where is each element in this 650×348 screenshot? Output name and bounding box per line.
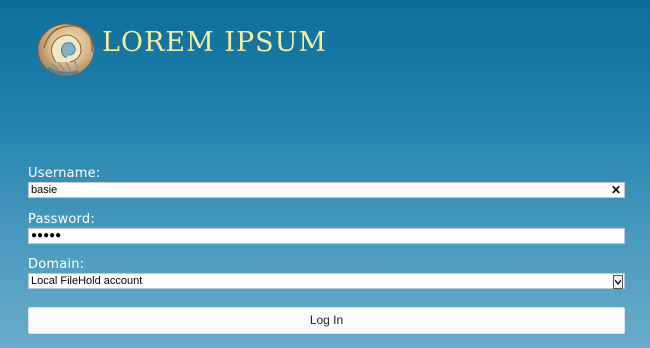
nautilus-shell-icon — [37, 23, 95, 77]
logo: LOREM IPSUM — [36, 18, 326, 78]
chevron-down-icon[interactable] — [613, 275, 623, 289]
domain-value: Local FileHold account — [31, 275, 143, 287]
username-input[interactable]: basie ✕ — [28, 182, 625, 198]
username-value: basie — [31, 184, 58, 196]
username-label: Username: — [28, 166, 101, 181]
brand-name: LOREM IPSUM — [102, 27, 328, 58]
domain-select[interactable]: Local FileHold account — [28, 273, 625, 289]
password-mask: ●●●●● — [31, 230, 62, 241]
domain-label: Domain: — [28, 257, 85, 272]
password-input[interactable]: ●●●●● — [28, 228, 625, 244]
login-button[interactable]: Log In — [28, 307, 625, 334]
clear-icon[interactable]: ✕ — [611, 183, 621, 197]
password-label: Password: — [28, 212, 95, 227]
